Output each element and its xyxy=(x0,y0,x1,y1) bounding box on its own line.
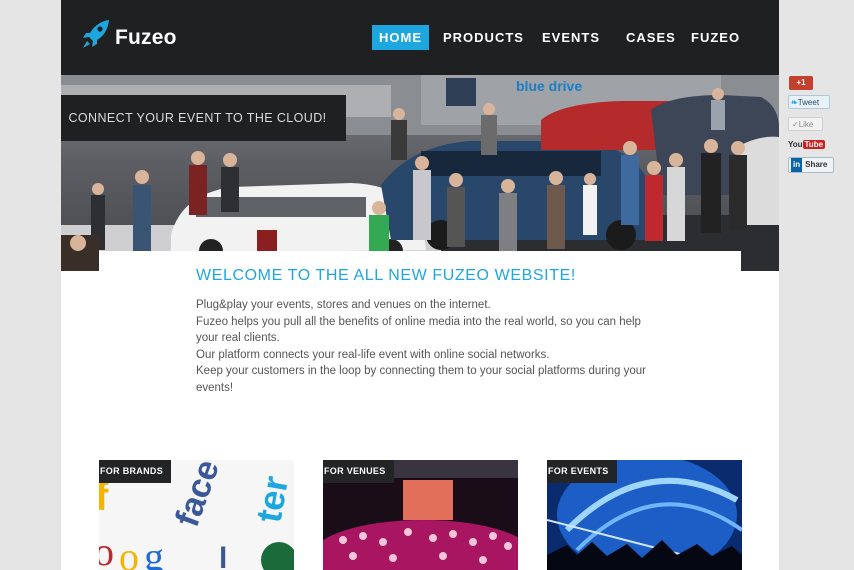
nav-events[interactable]: EVENTS xyxy=(542,25,600,50)
welcome-title: WELCOME TO THE ALL NEW FUZEO WEBSITE! xyxy=(196,267,576,284)
linkedin-icon: in xyxy=(791,158,803,172)
svg-text:o: o xyxy=(99,529,114,570)
gplus-label: +1 xyxy=(796,78,806,87)
linkedin-share-button[interactable]: in Share xyxy=(788,157,834,173)
tile-for-venues[interactable]: FOR VENUES xyxy=(323,460,518,570)
share-label: Share xyxy=(805,160,828,169)
content-card: WELCOME TO THE ALL NEW FUZEO WEBSITE! Pl… xyxy=(99,251,742,570)
like-label: Like xyxy=(798,120,814,129)
intro-line: Our platform connects your real-life eve… xyxy=(196,348,550,361)
hero-tagline: CONNECT YOUR EVENT TO THE CLOUD! xyxy=(61,95,346,141)
rocket-icon xyxy=(83,20,109,48)
page: Fuzeo HOME PRODUCTS EVENTS CASES FUZEO b… xyxy=(61,0,779,570)
youtube-button[interactable]: You Tube xyxy=(788,138,826,151)
gplus-button[interactable]: +1 xyxy=(789,76,813,90)
tile-for-events[interactable]: FOR EVENTS xyxy=(547,460,742,570)
svg-text:g: g xyxy=(144,534,164,570)
tile-for-brands[interactable]: f face ter o o g l FOR BRANDS xyxy=(99,460,294,570)
youtube-you-label: You xyxy=(788,140,803,149)
intro-text: Plug&play your events, stores and venues… xyxy=(196,297,666,396)
svg-text:l: l xyxy=(219,542,227,570)
nav-home[interactable]: HOME xyxy=(372,25,429,50)
logo-text: Fuzeo xyxy=(115,26,177,49)
svg-text:ter: ter xyxy=(248,473,294,525)
blue-drive-banner: blue drive xyxy=(516,78,582,94)
intro-line: Keep your customers in the loop by conne… xyxy=(196,365,647,394)
logo[interactable]: Fuzeo xyxy=(81,16,177,52)
hero-banner: blue drive CONNECT YOUR EVENT TO THE CLO… xyxy=(61,75,779,271)
check-icon: ✓ xyxy=(792,120,799,129)
tweet-label: Tweet xyxy=(797,98,820,107)
twitter-bird-icon: ❧ xyxy=(791,98,798,107)
like-button[interactable]: ✓Like xyxy=(788,117,823,131)
tweet-button[interactable]: ❧Tweet xyxy=(788,95,830,109)
nav-cases[interactable]: CASES xyxy=(626,25,676,50)
intro-line: Fuzeo helps you pull all the benefits of… xyxy=(196,315,641,345)
nav-products[interactable]: PRODUCTS xyxy=(443,25,524,50)
tile-label: FOR BRANDS xyxy=(99,460,171,483)
svg-text:o: o xyxy=(119,534,139,570)
intro-line: Plug&play your events, stores and venues… xyxy=(196,299,491,311)
site-header: Fuzeo HOME PRODUCTS EVENTS CASES FUZEO xyxy=(61,0,779,75)
youtube-tube-label: Tube xyxy=(802,140,826,149)
tile-label: FOR EVENTS xyxy=(547,460,617,483)
nav-fuzeo[interactable]: FUZEO xyxy=(691,25,740,50)
tile-label: FOR VENUES xyxy=(323,460,394,483)
